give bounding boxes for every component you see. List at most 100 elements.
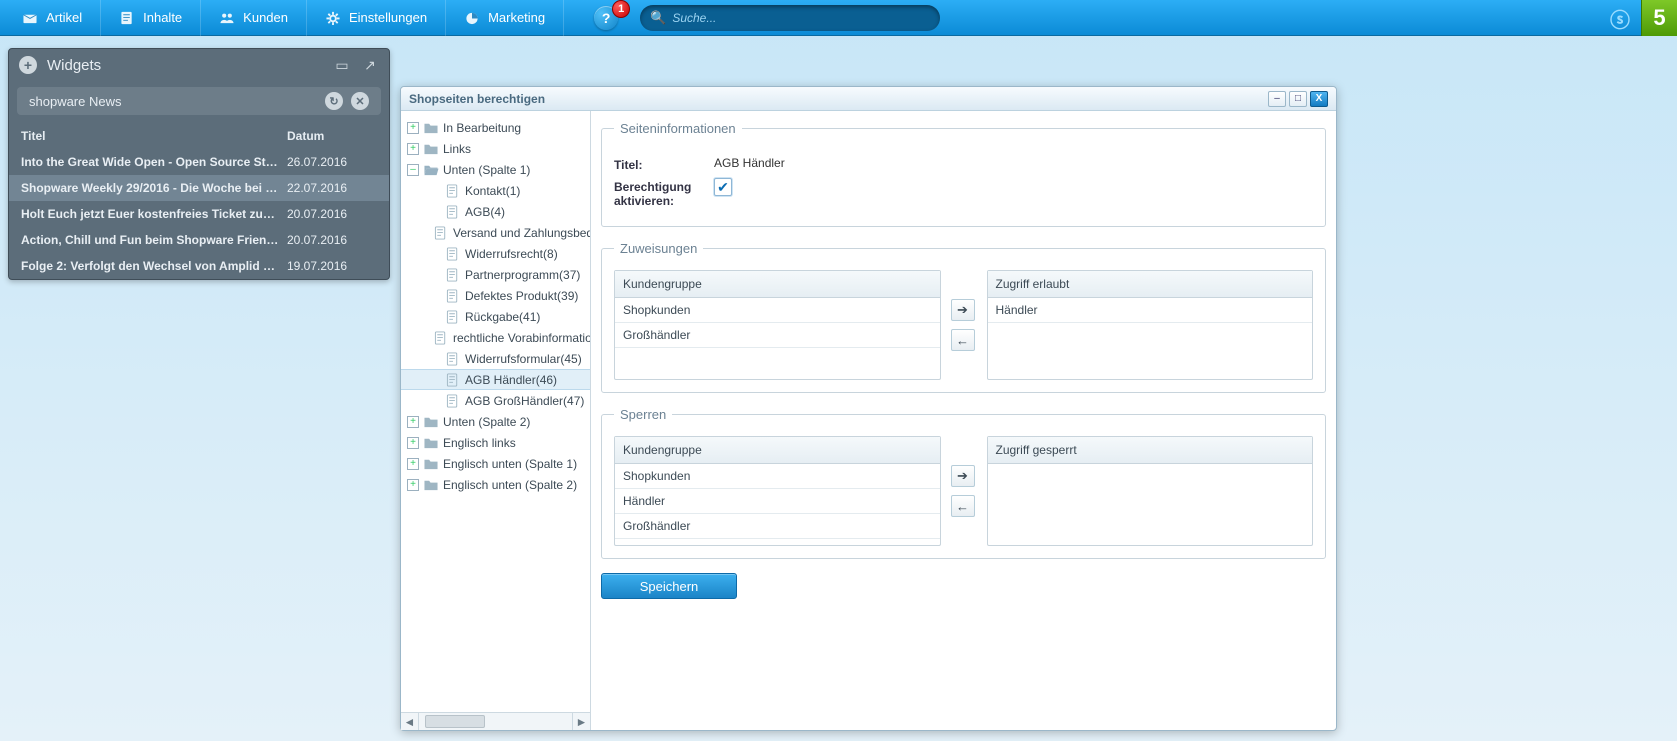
tree-toggle-spacer [429, 290, 441, 302]
tree-node[interactable]: + Englisch unten (Spalte 2) [401, 474, 590, 495]
move-left-button[interactable]: ← [951, 329, 975, 351]
tree-node[interactable]: AGB(4) [401, 201, 590, 222]
tree-node[interactable]: +Englisch links [401, 432, 590, 453]
scroll-thumb[interactable] [425, 715, 485, 728]
tree-node[interactable]: +Unten (Spalte 2) [401, 411, 590, 432]
refresh-icon[interactable]: ↻ [325, 92, 343, 110]
permission-checkbox[interactable]: ✔ [714, 178, 732, 196]
tree-toggle-icon[interactable]: + [407, 458, 419, 470]
tree-label: Widerrufsformular(45) [465, 352, 582, 366]
file-icon [445, 373, 461, 387]
news-row[interactable]: Action, Chill und Fun beim Shopware Frie… [9, 227, 389, 253]
tree-node[interactable]: + Englisch unten (Spalte 1) [401, 453, 590, 474]
page-tree: +In Bearbeitung+Links – Unten (Spalte 1) Ko… [401, 111, 591, 730]
tree-node[interactable]: Versand und Zahlungsbedingu [401, 222, 590, 243]
scroll-left-icon[interactable]: ◄ [401, 713, 419, 730]
tree-label: Kontakt(1) [465, 184, 520, 198]
news-date: 19.07.2016 [287, 259, 377, 273]
close-widget-icon[interactable]: ✕ [351, 92, 369, 110]
tree-toggle-spacer [429, 374, 441, 386]
file-icon [445, 184, 461, 198]
menu-label: Kunden [243, 10, 288, 25]
news-title: Folge 2: Verfolgt den Wechsel von Amplid… [21, 259, 287, 273]
global-search[interactable]: 🔍 [640, 5, 940, 31]
help-button[interactable]: ? 1 [594, 6, 618, 30]
window-maximize-button[interactable]: □ [1289, 91, 1307, 107]
menu-einstellungen[interactable]: Einstellungen [307, 0, 446, 36]
tree-node[interactable]: rechtliche Vorabinformationen( [401, 327, 590, 348]
permissions-window: Shopseiten berechtigen – □ X +In Bearbei… [400, 86, 1337, 731]
popout-icon[interactable]: ↗ [361, 57, 379, 73]
tree-label: Partnerprogramm(37) [465, 268, 580, 282]
tree-toggle-spacer [429, 206, 441, 218]
tree-node[interactable]: +Links [401, 138, 590, 159]
folder-icon [423, 121, 439, 135]
tree-toggle-icon[interactable]: + [407, 122, 419, 134]
tree-toggle-spacer [429, 269, 441, 281]
search-icon: 🔍 [650, 10, 666, 26]
search-input[interactable] [672, 11, 930, 25]
menu-artikel[interactable]: Artikel [4, 0, 101, 36]
widget-header: shopware News ↻ ✕ [17, 87, 381, 115]
move-right-button[interactable]: ➔ [951, 299, 975, 321]
file-icon [433, 226, 449, 240]
menu-marketing[interactable]: Marketing [446, 0, 564, 36]
tree-node[interactable]: Widerrufsrecht(8) [401, 243, 590, 264]
list-item[interactable]: Großhändler [615, 323, 940, 348]
tree-label: Englisch unten (Spalte 2) [443, 478, 577, 492]
tree-node[interactable]: +In Bearbeitung [401, 117, 590, 138]
list-item[interactable]: Händler [615, 489, 940, 514]
news-row[interactable]: Into the Great Wide Open - Open Source S… [9, 149, 389, 175]
save-button[interactable]: Speichern [601, 573, 737, 599]
menu-inhalte[interactable]: Inhalte [101, 0, 201, 36]
page-info-legend: Seiteninformationen [614, 121, 742, 136]
col-title: Titel [21, 129, 287, 143]
tree-label: Unten (Spalte 1) [443, 163, 530, 177]
list-item[interactable]: Großhändler [615, 514, 940, 539]
news-row[interactable]: Folge 2: Verfolgt den Wechsel von Amplid… [9, 253, 389, 279]
block-move-left-button[interactable]: ← [951, 495, 975, 517]
tree-h-scrollbar[interactable]: ◄ ► [401, 712, 590, 730]
tree-toggle-icon[interactable]: + [407, 437, 419, 449]
minimize-icon[interactable]: ▭ [333, 57, 351, 73]
tree-label: Rückgabe(41) [465, 310, 540, 324]
notification-badge: 1 [612, 0, 630, 18]
tree-label: AGB(4) [465, 205, 505, 219]
window-minimize-button[interactable]: – [1268, 91, 1286, 107]
block-legend: Sperren [614, 407, 672, 422]
tree-node[interactable]: Rückgabe(41) [401, 306, 590, 327]
tree-label: Englisch unten (Spalte 1) [443, 457, 577, 471]
tree-node[interactable]: Partnerprogramm(37) [401, 264, 590, 285]
block-move-right-button[interactable]: ➔ [951, 465, 975, 487]
tree-toggle-icon[interactable]: + [407, 479, 419, 491]
file-icon [445, 289, 461, 303]
window-close-button[interactable]: X [1310, 91, 1328, 107]
tree-label: Versand und Zahlungsbedingu [453, 226, 590, 240]
assign-available-list: Kundengruppe ShopkundenGroßhändler [614, 270, 941, 380]
tree-node[interactable]: Defektes Produkt(39) [401, 285, 590, 306]
scroll-right-icon[interactable]: ► [572, 713, 590, 730]
assign-selected-list: Zugriff erlaubt Händler [987, 270, 1314, 380]
col-date: Datum [287, 129, 377, 143]
tree-toggle-icon[interactable]: – [407, 164, 419, 176]
page-icon [119, 11, 135, 25]
tree-node[interactable]: – Unten (Spalte 1) [401, 159, 590, 180]
news-title: Shopware Weekly 29/2016 - Die Woche bei … [21, 181, 287, 195]
tree-node[interactable]: AGB Händler(46) [401, 369, 590, 390]
news-row[interactable]: Holt Euch jetzt Euer kostenfreies Ticket… [9, 201, 389, 227]
list-item[interactable]: Händler [988, 298, 1313, 323]
tree-node[interactable]: AGB GroßHändler(47) [401, 390, 590, 411]
tree-node[interactable]: Widerrufsformular(45) [401, 348, 590, 369]
menu-kunden[interactable]: Kunden [201, 0, 307, 36]
assignments-fieldset: Zuweisungen Kundengruppe ShopkundenGroßh… [601, 241, 1326, 393]
list-item[interactable]: Shopkunden [615, 298, 940, 323]
widgets-panel: + Widgets ▭ ↗ shopware News ↻ ✕ Titel Da… [8, 48, 390, 280]
list-item[interactable]: Shopkunden [615, 464, 940, 489]
tree-toggle-icon[interactable]: + [407, 143, 419, 155]
tree-toggle-spacer [429, 395, 441, 407]
tree-toggle-icon[interactable]: + [407, 416, 419, 428]
add-widget-button[interactable]: + [19, 56, 37, 74]
tree-node[interactable]: Kontakt(1) [401, 180, 590, 201]
tree-label: Defektes Produkt(39) [465, 289, 578, 303]
news-row[interactable]: Shopware Weekly 29/2016 - Die Woche bei … [9, 175, 389, 201]
